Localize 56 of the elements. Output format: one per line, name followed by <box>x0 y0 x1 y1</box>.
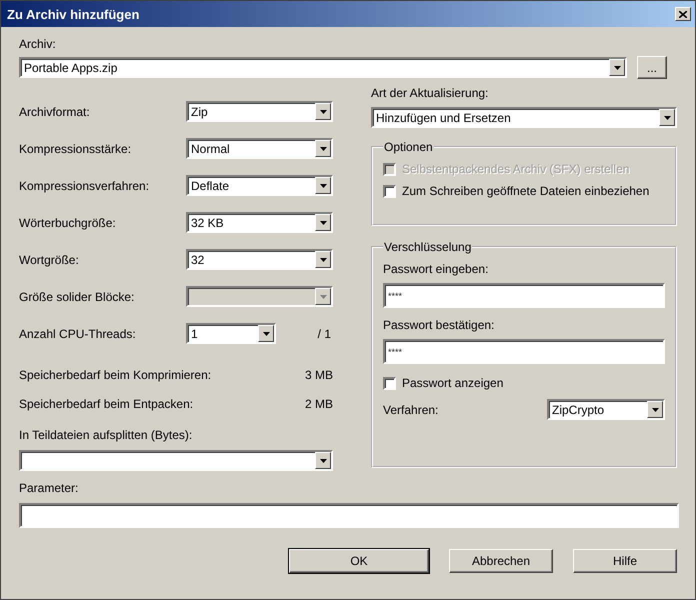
setting-label: Wortgröße: <box>19 252 80 266</box>
checkbox-label: Zum Schreiben geöffnete Dateien einbeziehen <box>402 184 650 198</box>
setting-combo[interactable]: Deflate <box>186 175 333 196</box>
dialog-button[interactable]: Hilfe <box>573 549 677 573</box>
checkbox[interactable] <box>383 184 396 198</box>
setting-label: Kompressionsverfahren: <box>19 178 150 192</box>
parameter-field[interactable] <box>19 503 679 528</box>
split-combo[interactable] <box>19 450 333 471</box>
close-button[interactable] <box>675 7 691 21</box>
setting-combo[interactable]: 32 <box>186 249 333 270</box>
setting-label: Größe solider Blöcke: <box>19 290 136 304</box>
setting-label: Wörterbuchgröße: <box>19 216 117 230</box>
dropdown-arrow-icon <box>320 110 326 114</box>
field-label: Verfahren: <box>383 402 438 416</box>
password-field[interactable]: **** <box>383 283 665 308</box>
info-label: Speicherbedarf beim Entpacken: <box>19 396 194 410</box>
dropdown-arrow-icon <box>664 116 670 120</box>
dialog-button[interactable]: Abbrechen <box>449 549 553 573</box>
dropdown-arrow-icon <box>320 294 326 298</box>
method-combo[interactable]: ZipCrypto <box>547 399 665 420</box>
dropdown-arrow-icon <box>614 66 620 70</box>
browse-button[interactable]: ... <box>637 56 667 79</box>
field-label: Passwort bestätigen: <box>383 318 496 333</box>
threads-combo[interactable]: 1 <box>186 323 276 344</box>
group-title: Verschlüsselung <box>383 240 472 254</box>
thread-count: / 1 <box>318 326 332 340</box>
dropdown-arrow-icon <box>320 258 326 262</box>
field-label: Art der Aktualisierung: <box>371 86 490 101</box>
dropdown-arrow-icon <box>320 458 326 462</box>
group-title: Optionen <box>383 140 434 154</box>
setting-combo[interactable]: 32 KB <box>186 212 333 233</box>
info-value: 3 MB <box>304 368 333 382</box>
close-icon <box>679 10 687 18</box>
field-label: In Teildateien aufsplitten (Bytes): <box>19 428 194 443</box>
dropdown-arrow-icon <box>320 146 326 150</box>
setting-label: Kompressionsstärke: <box>19 142 132 156</box>
setting-label: Anzahl CPU-Threads: <box>19 326 137 340</box>
dropdown-arrow-icon <box>320 220 326 224</box>
dropdown-arrow-icon <box>262 332 270 336</box>
setting-combo[interactable]: Normal <box>186 138 333 159</box>
dialog-button[interactable]: OK <box>289 549 429 573</box>
dropdown-arrow-icon <box>320 184 326 188</box>
field-label: Passwort eingeben: <box>383 262 490 277</box>
password-field[interactable]: **** <box>383 339 665 364</box>
dropdown-arrow-icon <box>652 408 658 412</box>
setting-label: Archivformat: <box>19 104 91 118</box>
archive-combo[interactable]: Portable Apps.zip <box>19 57 627 78</box>
info-value: 2 MB <box>304 396 333 410</box>
info-label: Speicherbedarf beim Komprimieren: <box>19 368 212 382</box>
checkbox[interactable] <box>383 376 396 390</box>
window-title: Zu Archiv hinzufügen <box>7 6 140 22</box>
update-combo[interactable]: Hinzufügen und Ersetzen <box>371 107 677 128</box>
field-label: Parameter: <box>19 481 80 496</box>
field-label: Archiv: <box>19 37 57 52</box>
setting-combo[interactable]: Zip <box>186 101 333 122</box>
checkbox-label: Passwort anzeigen <box>402 376 504 390</box>
